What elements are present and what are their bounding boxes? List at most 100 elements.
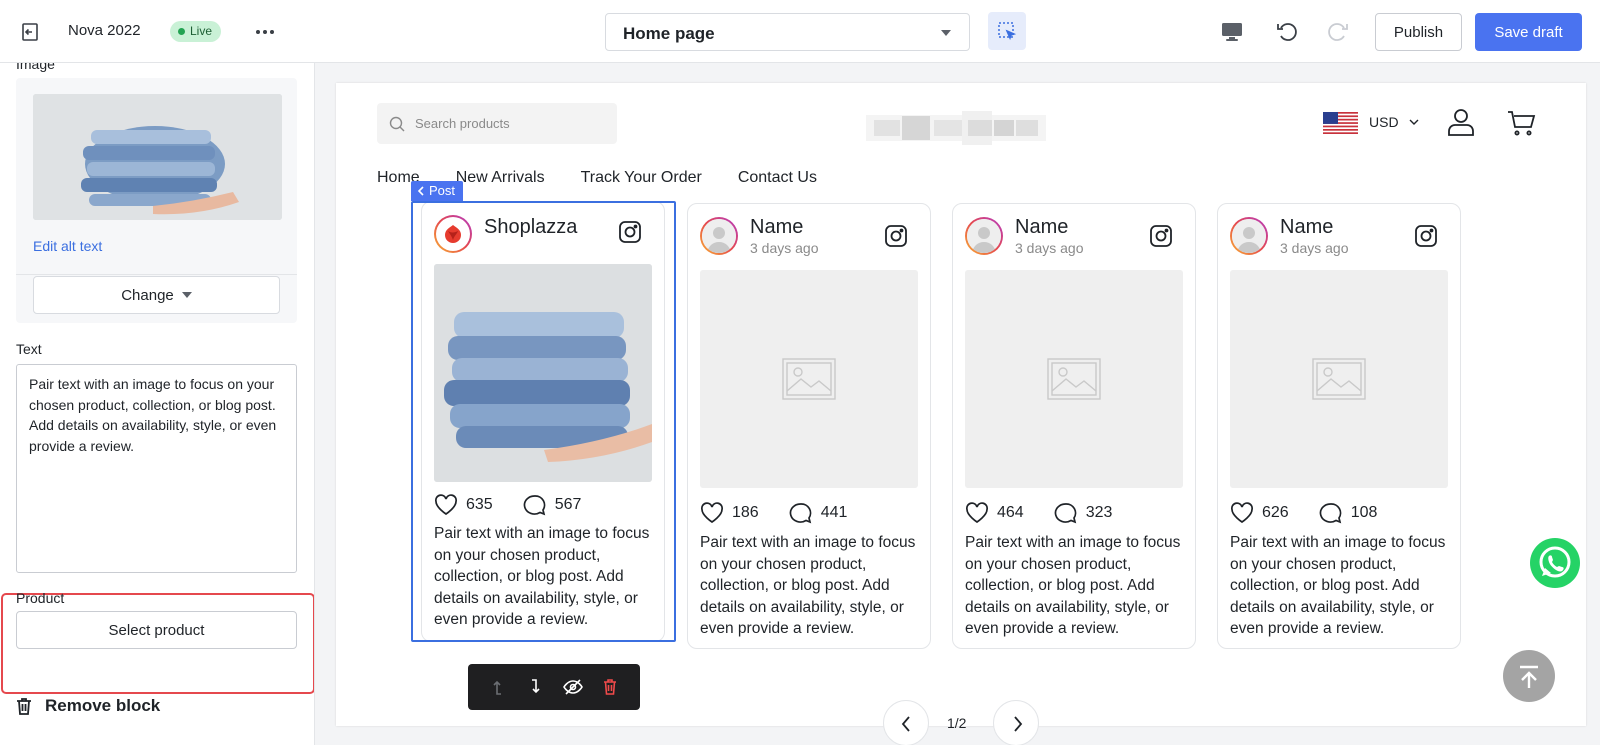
user-icon[interactable] bbox=[1446, 107, 1476, 137]
currency-select[interactable]: USD bbox=[1369, 114, 1419, 130]
chevron-left-icon bbox=[417, 186, 424, 196]
select-cursor-icon bbox=[998, 22, 1017, 41]
instagram-post-card[interactable]: Name 3 days ago 626 108 Pair text with a… bbox=[1217, 203, 1461, 649]
divider bbox=[16, 274, 297, 275]
post-date: 3 days ago bbox=[1015, 240, 1084, 256]
us-flag-icon[interactable] bbox=[1323, 112, 1358, 134]
image-placeholder-icon bbox=[782, 358, 836, 400]
prev-page-button[interactable] bbox=[883, 700, 929, 745]
save-draft-button[interactable]: Save draft bbox=[1475, 13, 1582, 51]
exit-icon[interactable] bbox=[20, 21, 42, 43]
user-placeholder-icon bbox=[1232, 219, 1266, 253]
comment-count: 323 bbox=[1085, 504, 1113, 521]
post-author-name: Name bbox=[1015, 216, 1069, 238]
page-select[interactable]: Home page bbox=[605, 13, 970, 51]
avatar bbox=[700, 217, 738, 255]
comment-icon[interactable] bbox=[1054, 502, 1078, 524]
post-stats: 626 108 bbox=[1230, 502, 1377, 524]
edit-alt-text-link[interactable]: Edit alt text bbox=[33, 238, 102, 254]
post-image-placeholder bbox=[965, 270, 1183, 488]
image-placeholder-icon bbox=[1047, 358, 1101, 400]
remove-block-button[interactable]: Remove block bbox=[16, 696, 160, 716]
publish-button[interactable]: Publish bbox=[1375, 13, 1462, 51]
nav-item-new-arrivals[interactable]: New Arrivals bbox=[456, 169, 545, 187]
move-down-button[interactable] bbox=[526, 677, 546, 697]
post-image-placeholder bbox=[700, 270, 918, 488]
post-stats: 186 441 bbox=[700, 502, 847, 524]
arrow-turn-down-icon bbox=[531, 679, 540, 694]
trash-icon bbox=[603, 679, 616, 695]
chevron-down-icon bbox=[941, 30, 951, 36]
nav-item-contact-us[interactable]: Contact Us bbox=[738, 169, 817, 187]
heart-icon[interactable] bbox=[965, 502, 989, 524]
user-placeholder-icon bbox=[702, 219, 736, 253]
page-indicator: 1/2 bbox=[947, 715, 967, 731]
post-description: Pair text with an image to focus on your… bbox=[965, 534, 1181, 637]
post-author-name: Name bbox=[1280, 216, 1334, 238]
nav-item-track-order[interactable]: Track Your Order bbox=[581, 169, 702, 187]
undo-icon[interactable] bbox=[1275, 20, 1299, 44]
search-placeholder: Search products bbox=[415, 116, 510, 131]
whatsapp-icon bbox=[1539, 546, 1571, 578]
like-count: 626 bbox=[1262, 504, 1289, 521]
like-count: 186 bbox=[732, 504, 759, 521]
status-badge-label: Live bbox=[190, 24, 213, 38]
instagram-post-card[interactable]: Name 3 days ago 464 323 Pair text with a… bbox=[952, 203, 1196, 649]
comment-count: 441 bbox=[820, 504, 848, 521]
post-description: Pair text with an image to focus on your… bbox=[1230, 534, 1446, 637]
instagram-post-card[interactable]: Name 3 days ago 186 441 Pair text with a… bbox=[687, 203, 931, 649]
heart-icon[interactable] bbox=[700, 502, 724, 524]
text-field[interactable]: Pair text with an image to focus on your… bbox=[16, 364, 297, 573]
user-placeholder-icon bbox=[967, 219, 1001, 253]
more-horizontal-icon[interactable] bbox=[254, 22, 276, 42]
select-product-button[interactable]: Select product bbox=[16, 611, 297, 649]
post-image-placeholder bbox=[1230, 270, 1448, 488]
remove-block-label: Remove block bbox=[45, 696, 161, 715]
text-field-label: Text bbox=[16, 341, 42, 357]
comment-icon[interactable] bbox=[1319, 502, 1343, 524]
arrow-up-icon bbox=[1520, 665, 1538, 688]
post-date: 3 days ago bbox=[750, 240, 819, 256]
settings-panel: Image Edit alt text Change Text Pair tex… bbox=[0, 63, 315, 745]
caret-down-icon bbox=[181, 292, 192, 298]
cart-icon[interactable] bbox=[1506, 109, 1536, 137]
image-section-label: Image bbox=[16, 63, 55, 72]
image-placeholder-icon bbox=[1312, 358, 1366, 400]
block-floating-toolbar bbox=[468, 664, 640, 710]
chevron-right-icon bbox=[1014, 716, 1023, 732]
search-icon bbox=[389, 116, 405, 131]
post-description: Pair text with an image to focus on your… bbox=[700, 534, 916, 637]
delete-block-button[interactable] bbox=[600, 677, 620, 697]
comment-icon[interactable] bbox=[789, 502, 813, 524]
eye-off-icon bbox=[562, 679, 583, 695]
instagram-icon[interactable] bbox=[884, 224, 908, 248]
change-image-button[interactable]: Change bbox=[33, 276, 280, 314]
instagram-icon[interactable] bbox=[1414, 224, 1438, 248]
comment-count: 108 bbox=[1350, 504, 1378, 521]
back-to-top-button[interactable] bbox=[1503, 650, 1555, 702]
chevron-left-icon bbox=[901, 716, 910, 732]
like-count: 464 bbox=[997, 504, 1024, 521]
carousel-pagination: 1/2 bbox=[883, 700, 1039, 745]
avatar bbox=[965, 217, 1003, 255]
heart-icon[interactable] bbox=[1230, 502, 1254, 524]
select-cursor-button[interactable] bbox=[988, 12, 1026, 50]
selected-block-tag[interactable]: Post bbox=[411, 181, 464, 201]
image-thumbnail bbox=[33, 94, 282, 220]
instagram-icon[interactable] bbox=[1149, 224, 1173, 248]
page-select-value: Home page bbox=[623, 24, 715, 43]
store-logo[interactable] bbox=[866, 103, 1046, 153]
move-up-button[interactable] bbox=[489, 677, 509, 697]
hide-block-button[interactable] bbox=[562, 677, 583, 697]
storefront-preview: Search products USD Home New Arrivals Tr… bbox=[336, 83, 1586, 726]
search-input[interactable]: Search products bbox=[377, 103, 617, 144]
store-name: Nova 2022 bbox=[68, 22, 141, 39]
post-stats: 464 323 bbox=[965, 502, 1112, 524]
currency-label: USD bbox=[1369, 114, 1399, 130]
whatsapp-button[interactable] bbox=[1530, 538, 1580, 588]
redo-icon[interactable] bbox=[1326, 20, 1350, 44]
avatar bbox=[1230, 217, 1268, 255]
desktop-icon[interactable] bbox=[1220, 20, 1244, 44]
status-badge: Live bbox=[170, 21, 222, 42]
next-page-button[interactable] bbox=[993, 700, 1039, 745]
